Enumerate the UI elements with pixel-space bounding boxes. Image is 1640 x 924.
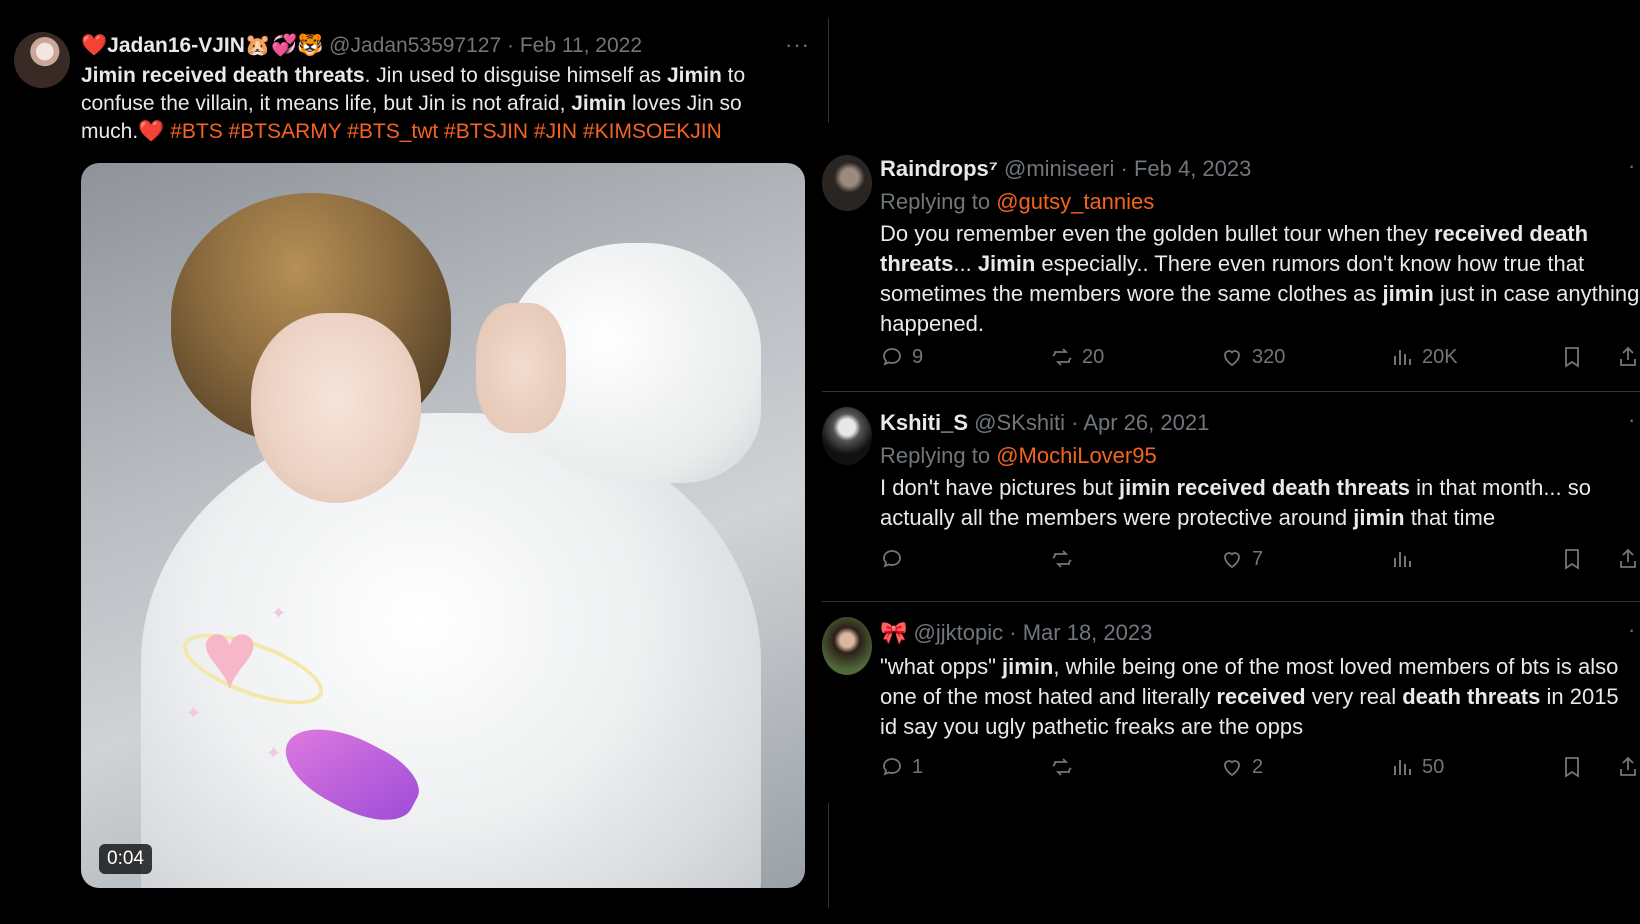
tweet-header: Raindrops⁷ @miniseeri · Feb 4, 2023 [880, 156, 1252, 181]
tweet-date[interactable]: Apr 26, 2021 [1083, 410, 1209, 435]
mention-link[interactable]: @MochiLover95 [996, 443, 1157, 468]
display-name[interactable]: Raindrops⁷ [880, 156, 998, 181]
repost-button[interactable] [1050, 755, 1082, 779]
like-icon [1224, 760, 1240, 777]
share-icon [1620, 756, 1636, 776]
display-name[interactable]: Kshiti_S [880, 410, 968, 435]
views-button[interactable]: 50 [1390, 755, 1444, 779]
bookmark-button[interactable] [1560, 547, 1584, 571]
display-name[interactable]: 🎀 [880, 620, 907, 645]
like-button[interactable]: 320 [1220, 345, 1285, 369]
tweet-header: Kshiti_S @SKshiti · Apr 26, 2021 [880, 410, 1210, 435]
star-sticker: ✦ [186, 703, 202, 723]
action-bar: 7 [880, 547, 1640, 577]
video-player[interactable]: ♥ ✦ ✦ ✦ 0:04 [81, 163, 805, 888]
avatar[interactable] [14, 32, 70, 88]
action-bar: 1 2 50 [880, 755, 1640, 785]
photo-face [251, 313, 421, 503]
reply-button[interactable]: 1 [880, 755, 923, 779]
star-sticker: ✦ [271, 603, 287, 623]
heart-sticker: ♥ [201, 602, 258, 709]
more-icon[interactable]: · [1628, 407, 1636, 433]
avatar[interactable] [822, 155, 872, 211]
bookmark-button[interactable] [1560, 345, 1584, 369]
reply-icon [883, 758, 901, 776]
reply-divider [822, 391, 1640, 392]
avatar[interactable] [822, 617, 872, 675]
handle[interactable]: @Jadan53597127 [329, 34, 501, 57]
share-button[interactable] [1616, 345, 1640, 369]
repost-icon [1052, 348, 1072, 366]
reply-button[interactable] [880, 547, 912, 571]
tweet-header: 🎀 @jjktopic · Mar 18, 2023 [880, 620, 1153, 645]
reply-icon [883, 348, 901, 366]
reply-icon [883, 550, 901, 568]
reply-button[interactable]: 9 [880, 345, 923, 369]
tweet-header: ❤️Jadan16-VJIN🐹💞🐯 @Jadan53597127 · Feb 1… [81, 34, 643, 57]
tweet-text: Jimin received death threats. Jin used t… [81, 64, 746, 143]
more-icon[interactable]: · [1628, 153, 1636, 179]
replies-panel: Raindrops⁷ @miniseeri · Feb 4, 2023 · Re… [822, 123, 1640, 803]
tweet-date[interactable]: Feb 4, 2023 [1134, 156, 1251, 181]
video-timecode: 0:04 [99, 844, 152, 874]
display-name[interactable]: ❤️Jadan16-VJIN🐹💞🐯 [81, 34, 323, 57]
avatar[interactable] [822, 407, 872, 465]
replying-to: Replying to @gutsy_tannies [880, 189, 1155, 214]
views-button[interactable]: 20K [1390, 345, 1458, 369]
replying-to: Replying to @MochiLover95 [880, 443, 1157, 468]
hashtags[interactable]: #BTS #BTSARMY #BTS_twt #BTSJIN #JIN #KIM… [170, 120, 722, 143]
repost-icon [1052, 550, 1072, 568]
star-sticker: ✦ [266, 743, 282, 763]
heart-emoji: ❤️ [138, 120, 165, 143]
views-button[interactable] [1390, 547, 1422, 571]
like-icon [1224, 552, 1240, 569]
like-button[interactable]: 7 [1220, 547, 1263, 571]
share-button[interactable] [1616, 755, 1640, 779]
repost-button[interactable]: 20 [1050, 345, 1104, 369]
views-icon [1394, 552, 1411, 567]
tweet-text: Do you remember even the golden bullet t… [880, 221, 1640, 336]
reply-tweet[interactable]: Kshiti_S @SKshiti · Apr 26, 2021 · Reply… [822, 393, 1640, 593]
views-icon [1394, 350, 1411, 365]
photo-hand [476, 303, 566, 433]
views-icon [1394, 760, 1411, 775]
reply-tweet[interactable]: 🎀 @jjktopic · Mar 18, 2023 · "what opps"… [822, 603, 1640, 803]
share-icon [1620, 346, 1636, 366]
mention-link[interactable]: @gutsy_tannies [996, 189, 1154, 214]
handle[interactable]: @jjktopic [914, 620, 1004, 645]
handle[interactable]: @SKshiti [974, 410, 1065, 435]
reply-divider [822, 601, 1640, 602]
share-button[interactable] [1616, 547, 1640, 571]
handle[interactable]: @miniseeri [1004, 156, 1114, 181]
like-icon [1224, 350, 1240, 367]
reply-tweet[interactable]: Raindrops⁷ @miniseeri · Feb 4, 2023 · Re… [822, 139, 1640, 379]
tweet-date[interactable]: Feb 11, 2022 [520, 34, 642, 57]
bookmark-icon [1565, 347, 1579, 368]
more-icon[interactable]: · [1628, 617, 1636, 643]
like-button[interactable]: 2 [1220, 755, 1263, 779]
tweet-date[interactable]: Mar 18, 2023 [1023, 620, 1153, 645]
action-bar: 9 20 320 20K [880, 345, 1640, 375]
repost-button[interactable] [1050, 547, 1082, 571]
more-icon[interactable]: ··· [785, 32, 810, 58]
share-icon [1620, 548, 1636, 568]
tweet-text: "what opps" jimin, while being one of th… [880, 654, 1619, 739]
repost-icon [1052, 758, 1072, 776]
bookmark-icon [1565, 549, 1579, 570]
bookmark-icon [1565, 757, 1579, 778]
tweet-text: I don't have pictures but jimin received… [880, 475, 1591, 530]
main-tweet[interactable]: ❤️Jadan16-VJIN🐹💞🐯 @Jadan53597127 · Feb 1… [0, 0, 826, 924]
bookmark-button[interactable] [1560, 755, 1584, 779]
